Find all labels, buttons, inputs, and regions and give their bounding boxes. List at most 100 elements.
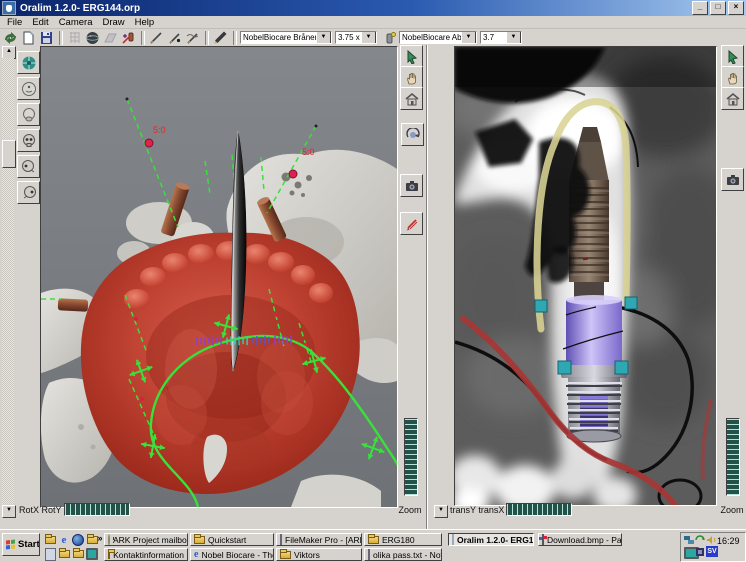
home-icon xyxy=(405,92,419,106)
quicklaunch-overflow-chevron[interactable]: » xyxy=(96,532,104,544)
snapshot-camera-button[interactable] xyxy=(400,174,423,197)
folder-icon xyxy=(194,536,205,544)
grid-icon[interactable] xyxy=(66,30,83,45)
pane-divider-highlight xyxy=(427,45,428,529)
sync-icon[interactable] xyxy=(695,534,705,544)
implant-tools-icon[interactable] xyxy=(120,30,137,45)
display-icon[interactable] xyxy=(684,547,694,557)
view-top-button[interactable] xyxy=(17,51,40,74)
import-model-icon[interactable] xyxy=(2,30,19,45)
tray-app-icon[interactable] xyxy=(695,547,705,557)
ct-slider-down-button[interactable]: ▼ xyxy=(434,505,448,518)
language-indicator[interactable]: SV xyxy=(706,546,718,557)
abutment-type-select[interactable]: NobelBiocare Abutment ▼ xyxy=(399,31,477,44)
window-title: Oralim 1.2.0- ERG144.orp xyxy=(20,3,690,14)
notepad-icon xyxy=(368,548,370,561)
abutment-size-select[interactable]: 3.7 ▼ xyxy=(480,31,522,44)
view-skull-right-icon xyxy=(21,185,37,201)
tray-clock[interactable]: 16:29 xyxy=(717,536,740,546)
toolbar-separator xyxy=(141,31,145,45)
pointer-icon xyxy=(726,50,740,64)
menu-help[interactable]: Help xyxy=(130,17,160,28)
measure-pencil-icon xyxy=(405,217,419,231)
select-pointer-button[interactable] xyxy=(400,45,423,68)
quicklaunch-folder-icon[interactable] xyxy=(58,548,70,560)
start-button[interactable]: Start xyxy=(2,533,40,556)
planning-3d-scene: 5:0 5:0 xyxy=(41,47,397,507)
view-front-button[interactable] xyxy=(17,77,40,100)
rotate-3d-button[interactable] xyxy=(401,123,424,146)
view-skull-front-button[interactable] xyxy=(17,129,40,152)
task-button-viktors[interactable]: Viktors xyxy=(276,548,362,561)
task-button-erg180[interactable]: ERG180 xyxy=(364,533,442,546)
left-slider-down-button[interactable]: ▼ xyxy=(2,505,16,518)
task-button-filemaker[interactable]: FileMaker Pro - [ARK Pati... xyxy=(276,533,362,546)
pointer-icon xyxy=(405,50,419,64)
ct-translation-slider[interactable] xyxy=(506,503,572,516)
slice-plane-icon[interactable] xyxy=(102,30,119,45)
measure-pencil-button[interactable] xyxy=(400,212,423,235)
ct-cross-section-viewport[interactable] xyxy=(454,46,717,506)
restore-button[interactable]: □ xyxy=(710,1,726,15)
quicklaunch-folder-icon[interactable] xyxy=(72,548,84,560)
view-top-icon xyxy=(21,55,37,71)
ct-select-pointer-button[interactable] xyxy=(721,45,744,68)
task-button-paint[interactable]: Download.bmp - Paint xyxy=(538,533,622,546)
ct-snapshot-camera-button[interactable] xyxy=(721,168,744,191)
new-plan-icon[interactable] xyxy=(20,30,37,45)
menu-file[interactable]: File xyxy=(2,17,27,28)
view-skull-left-button[interactable] xyxy=(17,155,40,178)
volume-icon[interactable] xyxy=(706,535,716,545)
quicklaunch-folder-icon[interactable] xyxy=(44,534,56,546)
chevron-down-icon[interactable]: ▼ xyxy=(316,31,331,44)
abutment-icon[interactable] xyxy=(381,30,398,45)
ct-pan-hand-button[interactable] xyxy=(721,66,744,89)
ct-home-view-button[interactable] xyxy=(721,87,744,110)
quicklaunch-internet-explorer-icon[interactable]: e xyxy=(58,534,70,546)
left-zoom-slider[interactable] xyxy=(404,418,418,496)
implant-size-select[interactable]: 3.75 x 7 ▼ xyxy=(335,31,377,44)
marker-pen-icon[interactable] xyxy=(212,30,229,45)
menu-draw[interactable]: Draw xyxy=(97,17,129,28)
draw-point-icon[interactable] xyxy=(166,30,183,45)
menu-camera[interactable]: Camera xyxy=(54,17,98,28)
hand-icon xyxy=(405,71,419,85)
head-3d-icon[interactable] xyxy=(84,30,101,45)
task-button-quickstart[interactable]: Quickstart xyxy=(190,533,274,546)
task-button-kontaktinformation[interactable]: Kontaktinformation xyxy=(104,548,188,561)
draw-curve-icon[interactable] xyxy=(184,30,201,45)
view-back-button[interactable] xyxy=(17,103,40,126)
left-vertical-slider-thumb[interactable] xyxy=(2,140,16,168)
mail-app-icon xyxy=(108,534,110,546)
task-button-nobelbiocare[interactable]: eNobel Biocare - The World... xyxy=(190,548,274,561)
task-button-mailbox[interactable]: ARK Project mailbox - Inb... xyxy=(104,533,188,546)
save-icon[interactable] xyxy=(38,30,55,45)
hand-icon xyxy=(726,71,740,85)
folder-icon xyxy=(280,551,291,559)
left-rotation-slider[interactable] xyxy=(64,503,130,516)
ct-zoom-slider[interactable] xyxy=(726,418,740,496)
task-button-oralim[interactable]: Oralim 1.2.0- ERG144... xyxy=(448,533,534,546)
chevron-down-icon[interactable]: ▼ xyxy=(461,31,476,44)
left-vertical-slider-track[interactable] xyxy=(2,58,14,504)
title-bar[interactable]: Oralim 1.2.0- ERG144.orp _ □ × xyxy=(0,0,746,16)
left-zoom-label: Zoom xyxy=(398,505,422,515)
task-button-notepad[interactable]: olika pass.txt - Notepad xyxy=(364,548,442,561)
implant-system-select[interactable]: NobelBiocare Brånemark System® ▼ xyxy=(240,31,332,44)
network-icon[interactable] xyxy=(684,535,694,545)
quicklaunch-globe-icon[interactable] xyxy=(72,534,84,546)
camera-icon xyxy=(726,173,740,187)
view-skull-right-button[interactable] xyxy=(17,181,40,204)
chevron-down-icon[interactable]: ▼ xyxy=(361,31,376,44)
pan-hand-button[interactable] xyxy=(400,66,423,89)
menu-edit[interactable]: Edit xyxy=(27,17,53,28)
close-button[interactable]: × xyxy=(728,1,744,15)
quicklaunch-monitor-icon[interactable] xyxy=(86,548,98,560)
planning-3d-viewport[interactable]: 5:0 5:0 xyxy=(40,46,398,508)
quicklaunch-show-desktop-icon[interactable] xyxy=(44,548,56,560)
chevron-down-icon[interactable]: ▼ xyxy=(506,31,521,44)
minimize-button[interactable]: _ xyxy=(692,1,708,15)
draw-line-icon[interactable] xyxy=(148,30,165,45)
camera-icon xyxy=(405,179,419,193)
home-view-button[interactable] xyxy=(400,87,423,110)
